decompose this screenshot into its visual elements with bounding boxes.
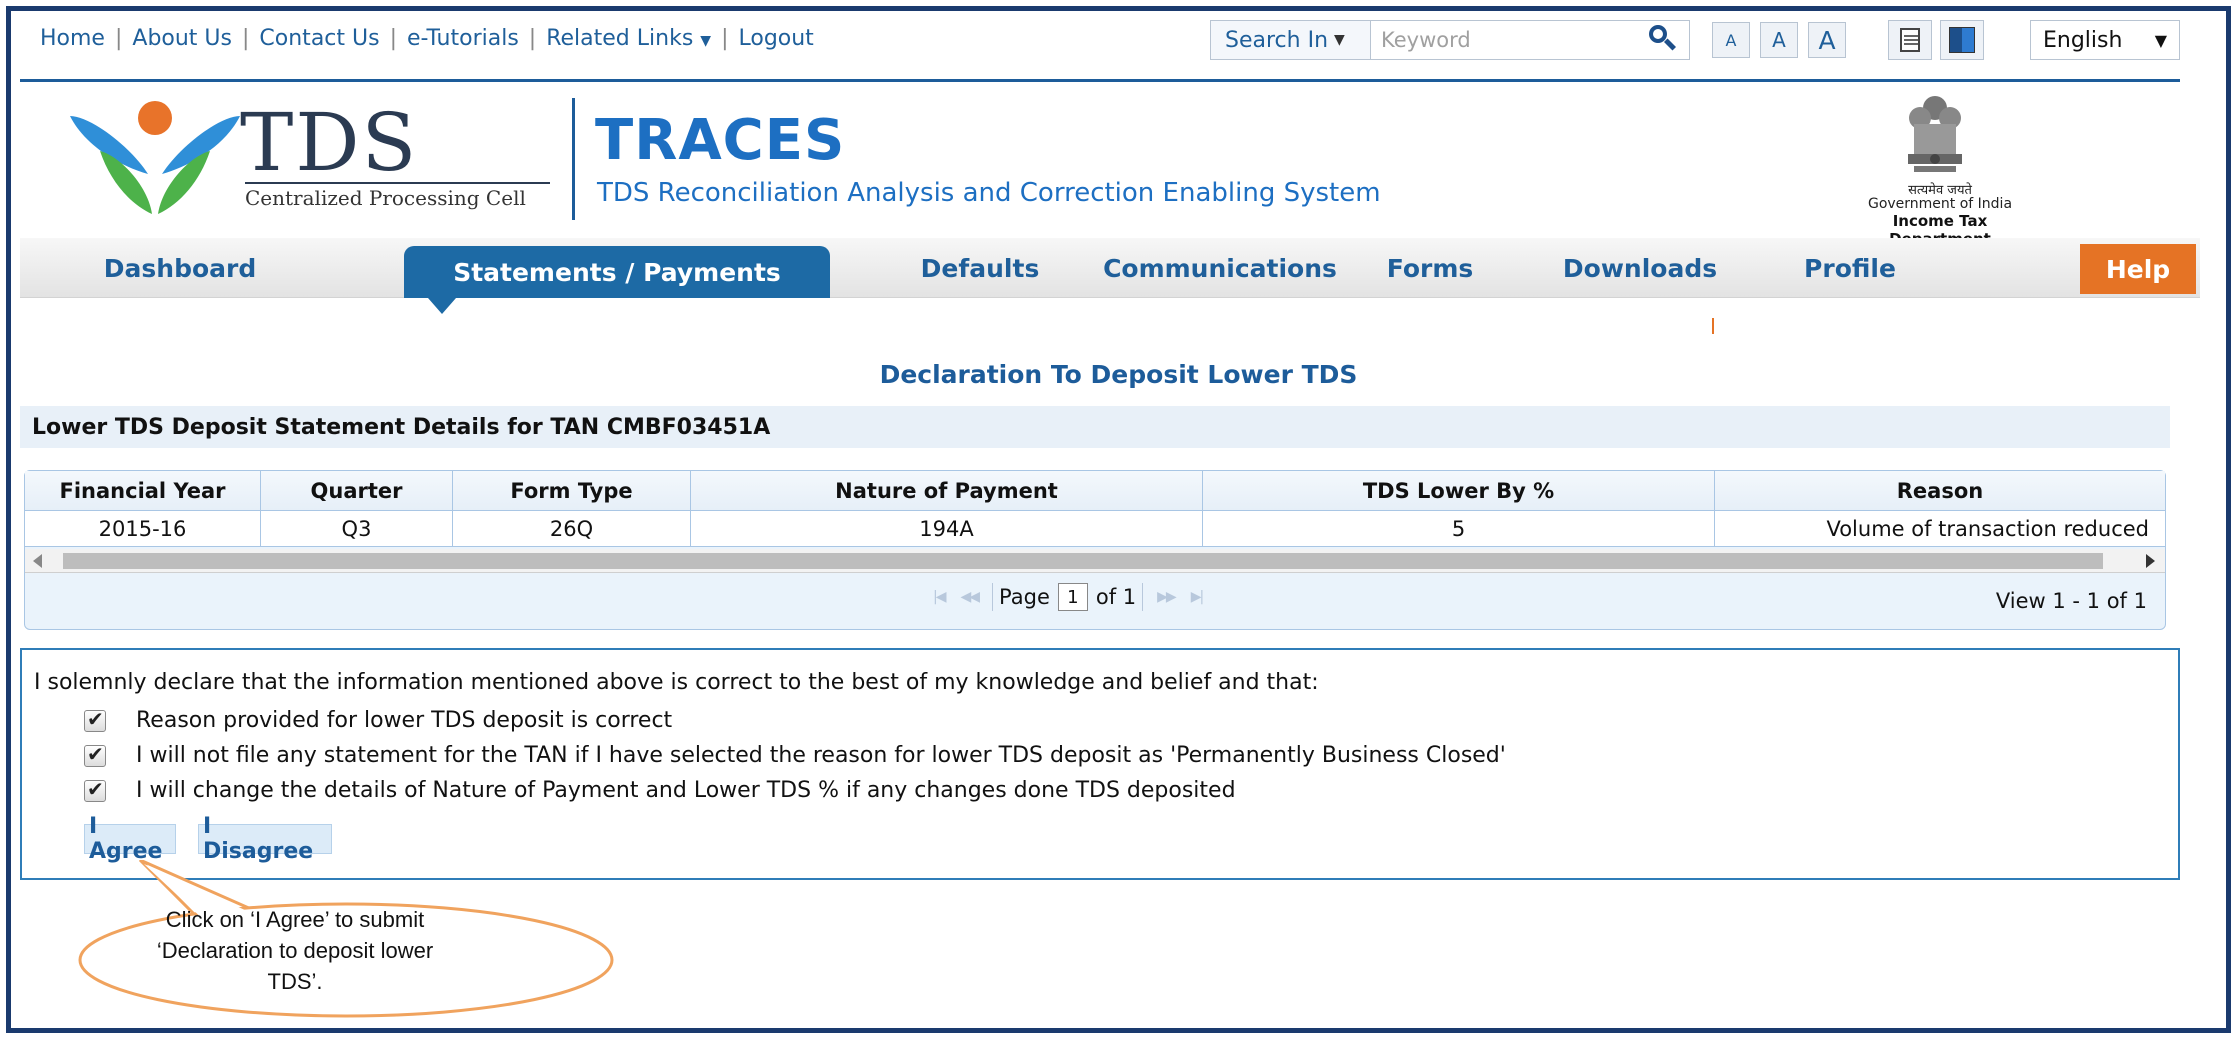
font-size-large-button[interactable]: A xyxy=(1808,22,1846,58)
scrollbar-thumb[interactable] xyxy=(63,553,2103,569)
text-only-button[interactable] xyxy=(1888,20,1932,60)
declaration-checkbox[interactable] xyxy=(84,707,106,732)
logo-subtitle: Centralized Processing Cell xyxy=(245,186,526,210)
cell-quarter: Q3 xyxy=(261,511,453,546)
decorative-tick xyxy=(1712,318,1714,334)
home-link[interactable]: Home xyxy=(40,26,105,51)
related-links-label: Related Links xyxy=(546,26,694,51)
declaration-checkbox[interactable] xyxy=(84,777,106,802)
separator: | xyxy=(528,26,537,51)
nav-profile[interactable]: Profile xyxy=(1760,238,1940,298)
page-number-input[interactable]: 1 xyxy=(1057,583,1088,611)
col-reason[interactable]: Reason xyxy=(1715,471,2165,510)
i-disagree-button[interactable]: I Disagree xyxy=(198,814,332,864)
gov-india-label: Government of India xyxy=(1867,196,2013,212)
language-select[interactable]: English ▼ xyxy=(2030,20,2180,60)
tds-logo-icon xyxy=(70,101,240,214)
scroll-right-icon[interactable] xyxy=(2146,554,2155,568)
cell-form-type: 26Q xyxy=(453,511,691,546)
site-header: TDS Centralized Processing Cell TRACES T… xyxy=(20,90,2180,248)
contact-us-link[interactable]: Contact Us xyxy=(259,26,379,51)
header-divider xyxy=(572,98,575,220)
search-box: Search In ▼ Keyword xyxy=(1210,20,1690,60)
declaration-text: Reason provided for lower TDS deposit is… xyxy=(136,708,673,733)
declaration-text: I will not file any statement for the TA… xyxy=(136,743,1506,768)
caret-down-icon: ▼ xyxy=(1334,32,1345,48)
i-agree-button[interactable]: I Agree xyxy=(84,814,176,864)
separator: | xyxy=(721,26,729,51)
app-title: TRACES xyxy=(595,108,846,173)
declaration-item: I will change the details of Nature of P… xyxy=(84,777,1236,803)
main-nav: Dashboard Statements / Payments Defaults… xyxy=(20,238,2200,314)
font-size-small-button[interactable]: A xyxy=(1712,22,1750,58)
col-nature-of-payment[interactable]: Nature of Payment xyxy=(691,471,1203,510)
col-tds-lower-by[interactable]: TDS Lower By % xyxy=(1203,471,1715,510)
nav-downloads[interactable]: Downloads xyxy=(1540,238,1740,298)
view-records-count: View 1 - 1 of 1 xyxy=(1995,589,2147,613)
document-icon xyxy=(1900,28,1920,52)
last-page-icon[interactable]: ▶| xyxy=(1191,589,1205,605)
search-in-label: Search In xyxy=(1225,27,1329,53)
declaration-panel: I solemnly declare that the information … xyxy=(20,648,2180,880)
pager-controls: |◀ ◀◀ Page 1 of 1 ▶▶ ▶| xyxy=(925,583,1210,611)
cell-nature-of-payment: 194A xyxy=(691,511,1203,546)
horizontal-scrollbar[interactable] xyxy=(25,549,2165,573)
nav-defaults[interactable]: Defaults xyxy=(860,238,1100,298)
separator: | xyxy=(114,26,123,51)
col-financial-year[interactable]: Financial Year xyxy=(25,471,261,510)
separator: | xyxy=(389,26,397,51)
page-label: Page xyxy=(999,585,1050,609)
nav-dashboard[interactable]: Dashboard xyxy=(80,238,280,298)
related-links-menu[interactable]: Related Links ▼ xyxy=(546,26,711,51)
section-title: Lower TDS Deposit Statement Details for … xyxy=(20,406,2170,448)
nav-forms[interactable]: Forms xyxy=(1360,238,1500,298)
nav-statements-payments[interactable]: Statements / Payments xyxy=(404,246,830,314)
page-title: Declaration To Deposit Lower TDS xyxy=(879,360,1358,389)
pager-divider xyxy=(1142,583,1144,611)
search-in-dropdown[interactable]: Search In ▼ xyxy=(1211,21,1371,59)
e-tutorials-link[interactable]: e-Tutorials xyxy=(407,26,519,51)
top-bar: Home | About Us | Contact Us | e-Tutorials | Rel… xyxy=(20,14,2180,82)
app-subtitle: TDS Reconciliation Analysis and Correcti… xyxy=(597,178,1381,208)
col-form-type[interactable]: Form Type xyxy=(453,471,691,510)
grid-pager: |◀ ◀◀ Page 1 of 1 ▶▶ ▶| View 1 - 1 of 1 xyxy=(25,575,2165,625)
declaration-item: I will not file any statement for the TA… xyxy=(84,742,1506,768)
search-icon[interactable] xyxy=(1645,22,1681,58)
caret-down-icon: ▼ xyxy=(700,33,712,49)
col-quarter[interactable]: Quarter xyxy=(261,471,453,510)
contrast-button[interactable] xyxy=(1940,20,1984,60)
cell-reason: Volume of transaction reduced xyxy=(1826,516,2149,541)
next-page-icon[interactable]: ▶▶ xyxy=(1157,589,1176,605)
declaration-checkbox[interactable] xyxy=(84,742,106,767)
logo-underline xyxy=(245,182,550,184)
table-row[interactable]: 2015-16 Q3 26Q 194A 5 Volume of transact… xyxy=(25,511,2165,547)
declaration-item: Reason provided for lower TDS deposit is… xyxy=(84,707,673,733)
pager-divider xyxy=(992,583,994,611)
contrast-icon xyxy=(1949,27,1975,53)
statement-grid: Financial Year Quarter Form Type Nature … xyxy=(24,470,2166,630)
national-emblem-icon xyxy=(1908,96,1962,172)
logout-link[interactable]: Logout xyxy=(738,26,813,51)
nav-help[interactable]: Help xyxy=(2080,244,2196,294)
page-total-label: of 1 xyxy=(1095,585,1137,609)
cell-tds-lower-by: 5 xyxy=(1203,511,1715,546)
cell-financial-year: 2015-16 xyxy=(25,511,261,546)
declaration-intro: I solemnly declare that the information … xyxy=(34,670,1319,695)
font-size-medium-button[interactable]: A xyxy=(1760,22,1798,58)
prev-page-icon[interactable]: ◀◀ xyxy=(960,589,979,605)
grid-header: Financial Year Quarter Form Type Nature … xyxy=(25,471,2165,511)
about-us-link[interactable]: About Us xyxy=(132,26,232,51)
caret-down-icon: ▼ xyxy=(2154,30,2167,50)
language-value: English xyxy=(2043,27,2123,53)
declaration-text: I will change the details of Nature of P… xyxy=(136,778,1236,803)
separator: | xyxy=(242,26,250,51)
search-input[interactable]: Keyword xyxy=(1371,28,1645,52)
tds-logo-text: TDS xyxy=(240,96,419,189)
callout-text: Click on ‘I Agree’ to submit ‘Declaratio… xyxy=(156,907,434,994)
nav-communications[interactable]: Communications xyxy=(1100,238,1340,298)
top-links: Home | About Us | Contact Us | e-Tutorials | Rel… xyxy=(40,26,814,51)
first-page-icon[interactable]: |◀ xyxy=(933,589,947,605)
scroll-left-icon[interactable] xyxy=(33,554,42,568)
